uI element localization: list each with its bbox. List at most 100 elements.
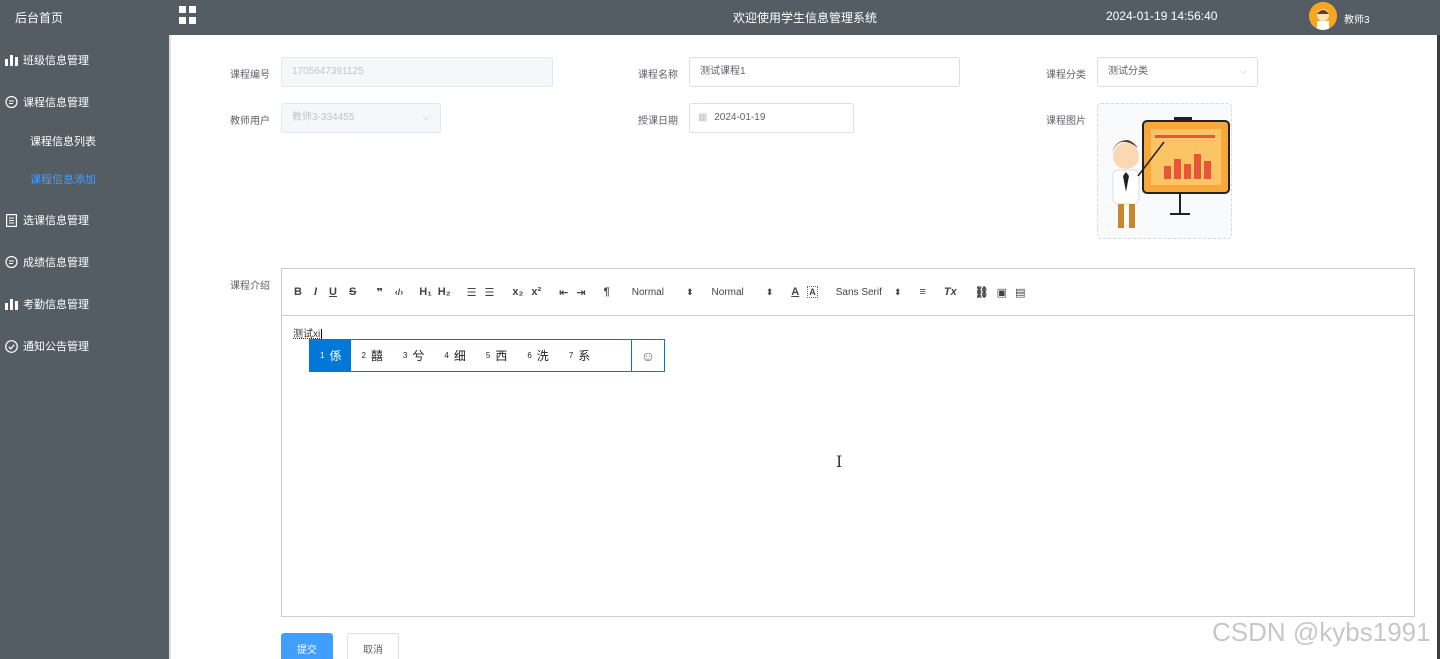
h1-button[interactable]: H₁ (419, 286, 432, 298)
course-category-select[interactable]: 测试分类 ⌵ (1097, 57, 1258, 87)
sidebar-item-class[interactable]: 班级信息管理 (0, 39, 169, 81)
course-intro-label: 课程介绍 (230, 281, 270, 292)
editor-content[interactable]: 测试xi (293, 325, 323, 340)
course-no-input[interactable]: 1705647391125 (281, 57, 553, 87)
bold-button[interactable]: B (294, 286, 302, 298)
header-select[interactable]: Normal ⬍ (712, 287, 774, 298)
subscript-button[interactable]: x₂ (512, 286, 523, 298)
sidebar: 后台首页 班级信息管理 课程信息管理 课程信息列表 课程信息添加 选课信息管理 … (0, 0, 169, 659)
submit-button[interactable]: 提交 (281, 633, 333, 659)
cancel-button[interactable]: 取消 (347, 633, 399, 659)
font-select[interactable]: Sans Serif ⬍ (836, 287, 902, 298)
avatar[interactable] (1309, 2, 1337, 30)
updown-icon: ⬍ (893, 286, 902, 297)
candidate-char: 系 (578, 349, 591, 363)
ordered-list-button[interactable]: ☰ (467, 286, 477, 299)
superscript-button[interactable]: x² (531, 286, 541, 298)
header-username[interactable]: 教师3 (1344, 11, 1370, 26)
bar-chart-icon (4, 297, 18, 311)
chat-icon (4, 255, 18, 269)
sidebar-sub-course-list[interactable]: 课程信息列表 (0, 123, 169, 161)
image-button[interactable]: ▣ (997, 286, 1007, 299)
chevron-down-icon: ⌵ (422, 112, 430, 123)
background-color-button[interactable]: A (807, 286, 818, 298)
course-image-label: 课程图片 (1046, 116, 1086, 127)
date-picker[interactable]: ▦ 2024-01-19 (689, 103, 854, 133)
outdent-button[interactable]: ⇤ (559, 286, 568, 299)
document-icon (4, 213, 18, 227)
ime-candidate[interactable]: 4细 (434, 340, 475, 371)
font-select-value: Sans Serif (835, 286, 882, 298)
menu-grid-icon[interactable] (179, 6, 197, 24)
check-circle-icon (4, 339, 18, 353)
ime-candidate[interactable]: 5西 (476, 340, 517, 371)
chat-icon (4, 95, 18, 109)
video-button[interactable]: ▤ (1015, 286, 1025, 299)
ime-candidate-window: 1係 2囍 3兮 4细 5西 6洗 7系 ☺ (309, 339, 665, 372)
emoji-icon[interactable]: ☺ (631, 340, 664, 371)
sidebar-home[interactable]: 后台首页 (0, 0, 169, 36)
candidate-number: 2 (361, 351, 366, 360)
candidate-char: 兮 (412, 349, 425, 363)
align-button[interactable]: ≡ (919, 286, 925, 298)
direction-button[interactable]: ¶ (604, 286, 610, 298)
candidate-number: 5 (485, 351, 491, 360)
sidebar-item-attendance[interactable]: 考勤信息管理 (0, 283, 169, 325)
sidebar-item-selection[interactable]: 选课信息管理 (0, 199, 169, 241)
ime-candidate[interactable]: 7系 (559, 340, 600, 371)
sidebar-item-label: 通知公告管理 (23, 341, 89, 353)
candidate-number: 3 (402, 351, 408, 360)
system-title: 欢迎使用学生信息管理系统 (733, 11, 878, 25)
size-select-value: Normal (631, 286, 664, 298)
italic-button[interactable]: I (314, 286, 317, 298)
clean-format-button[interactable]: Tx (944, 286, 957, 298)
indent-button[interactable]: ⇥ (576, 286, 585, 299)
rich-text-editor: B I U S ❞ ‹/› H₁ H₂ ☰ ☰ x₂ x² ⇤ ⇥ ¶ Norm… (281, 268, 1415, 617)
bullet-list-button[interactable]: ☰ (485, 286, 495, 299)
sidebar-item-label: 班级信息管理 (23, 55, 89, 67)
sidebar-item-score[interactable]: 成绩信息管理 (0, 241, 169, 283)
course-image-upload[interactable] (1097, 103, 1232, 239)
editor-toolbar: B I U S ❞ ‹/› H₁ H₂ ☰ ☰ x₂ x² ⇤ ⇥ ¶ Norm… (282, 269, 1414, 316)
blockquote-button[interactable]: ❞ (376, 286, 382, 299)
teacher-user-select[interactable]: 教师3-334455 ⌵ (281, 103, 441, 133)
code-block-button[interactable]: ‹/› (395, 287, 404, 297)
ime-candidate[interactable]: 3兮 (393, 340, 434, 371)
ime-candidate[interactable]: 6洗 (517, 340, 558, 371)
course-name-label: 课程名称 (638, 70, 678, 81)
bar-chart-icon (4, 53, 18, 67)
candidate-number: 4 (444, 351, 449, 360)
calendar-icon: ▦ (698, 112, 708, 123)
candidate-char: 细 (453, 349, 466, 363)
size-select[interactable]: Normal ⬍ (632, 287, 694, 298)
sidebar-item-notice[interactable]: 通知公告管理 (0, 325, 169, 367)
link-button[interactable]: ⛓ (975, 286, 989, 299)
ime-candidate[interactable]: 1係 (310, 340, 352, 371)
course-category-value: 测试分类 (1108, 66, 1148, 77)
date-value: 2024-01-19 (714, 112, 766, 123)
strike-button[interactable]: S (349, 286, 356, 298)
candidate-char: 係 (329, 349, 342, 363)
top-header: 欢迎使用学生信息管理系统 2024-01-19 14:56:40 教师3 (169, 0, 1440, 35)
course-name-input[interactable]: 测试课程1 (689, 57, 960, 87)
underline-button[interactable]: U (329, 286, 337, 298)
sidebar-item-label: 成绩信息管理 (23, 257, 89, 269)
date-label: 授课日期 (638, 116, 678, 127)
sidebar-item-course[interactable]: 课程信息管理 (0, 81, 169, 123)
chevron-down-icon: ⌵ (1239, 66, 1247, 77)
sidebar-item-label: 考勤信息管理 (23, 299, 89, 311)
text-color-button[interactable]: A (791, 286, 799, 298)
sidebar-sub-course-add[interactable]: 课程信息添加 (0, 161, 169, 199)
h2-button[interactable]: H₂ (438, 286, 451, 298)
header-select-value: Normal (711, 286, 744, 298)
course-category-label: 课程分类 (1046, 70, 1086, 81)
content-border (169, 35, 171, 659)
candidate-number: 1 (320, 351, 325, 360)
sidebar-item-label: 选课信息管理 (23, 215, 89, 227)
candidate-char: 囍 (370, 349, 383, 363)
watermark: CSDN @kybs1991 (1212, 617, 1431, 647)
updown-icon: ⬍ (765, 286, 774, 297)
ime-candidate[interactable]: 2囍 (351, 340, 392, 371)
candidate-number: 7 (568, 351, 574, 360)
header-datetime: 2024-01-19 14:56:40 (1106, 9, 1218, 23)
